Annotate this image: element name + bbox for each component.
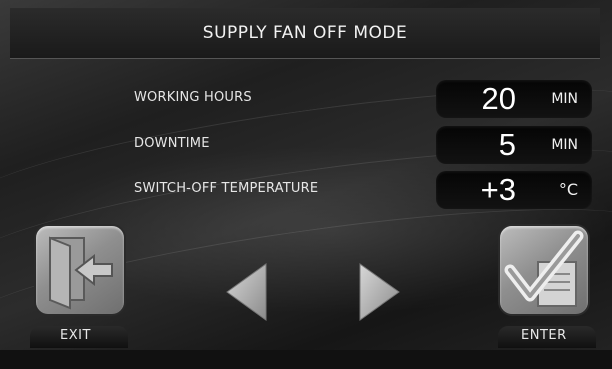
setting-value: +3 <box>480 172 516 207</box>
setting-label: WORKING HOURS <box>134 90 252 105</box>
downtime-value-field[interactable]: 5 MIN <box>436 126 592 164</box>
exit-door-icon <box>49 236 113 310</box>
setting-value: 5 <box>498 127 516 162</box>
setting-unit: MIN <box>551 91 578 107</box>
header-bar: SUPPLY FAN OFF MODE <box>10 8 600 59</box>
exit-label: EXIT <box>60 328 91 343</box>
checkmark-icon <box>504 230 584 307</box>
arrow-left-icon[interactable] <box>224 262 268 322</box>
exit-button[interactable] <box>36 226 124 314</box>
enter-button[interactable] <box>500 226 588 314</box>
setting-row-working-hours: WORKING HOURS 20 MIN <box>0 80 612 118</box>
setting-label: SWITCH-OFF TEMPERATURE <box>134 181 319 196</box>
switch-off-temperature-value-field[interactable]: +3 °C <box>436 171 592 209</box>
enter-label: ENTER <box>521 328 567 343</box>
setting-label: DOWNTIME <box>134 136 210 151</box>
page-title: SUPPLY FAN OFF MODE <box>202 23 408 43</box>
arrow-right-icon[interactable] <box>358 262 402 322</box>
setting-unit: MIN <box>551 137 578 153</box>
setting-value: 20 <box>481 81 516 116</box>
setting-row-switch-off-temperature: SWITCH-OFF TEMPERATURE +3 °C <box>0 171 612 209</box>
setting-row-downtime: DOWNTIME 5 MIN <box>0 126 612 164</box>
working-hours-value-field[interactable]: 20 MIN <box>436 80 592 118</box>
setting-unit: °C <box>558 180 578 199</box>
